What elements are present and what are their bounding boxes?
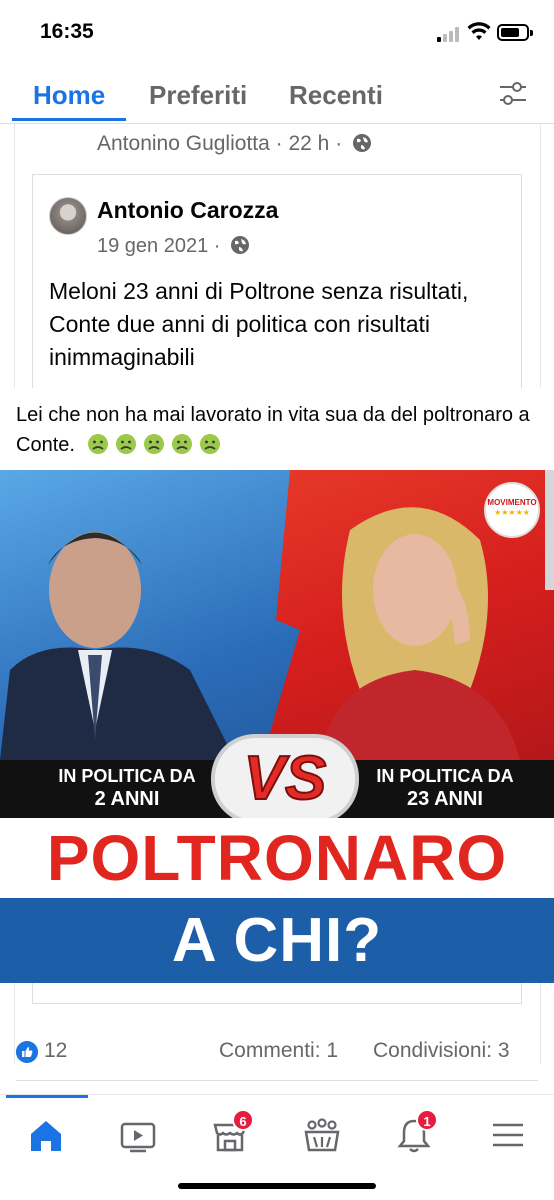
groups-icon[interactable]: [302, 1115, 342, 1155]
image-caption: Lei che non ha mai lavorato in vita sua …: [0, 388, 554, 474]
home-indicator[interactable]: [178, 1183, 376, 1189]
sharer-time[interactable]: 22 h: [288, 132, 329, 155]
battery-icon: [497, 24, 533, 41]
headline-line2: A CHI?: [171, 906, 383, 975]
logo-stars: ★★★★★: [494, 508, 530, 517]
nauseated-face-emoji-icon: [171, 434, 192, 454]
tab-recenti[interactable]: Recenti: [289, 80, 383, 111]
status-bar: 16:35: [0, 0, 554, 62]
nauseated-face-emoji-icon: [87, 434, 108, 454]
menu-icon[interactable]: [488, 1115, 528, 1155]
divider: [16, 1080, 538, 1081]
logo-text: MOVIMENTO: [487, 498, 537, 507]
sharer-line: Antonino Gugliotta · 22 h ·: [97, 132, 372, 156]
home-icon[interactable]: [26, 1115, 66, 1155]
status-time: 16:35: [40, 20, 94, 43]
comment-count[interactable]: Commenti: 1: [219, 1039, 338, 1063]
active-nav-indicator: [6, 1095, 88, 1098]
nauseated-face-emoji-icon: [143, 434, 164, 454]
tab-home[interactable]: Home: [33, 80, 105, 111]
sliders-icon[interactable]: [498, 80, 528, 108]
share-count[interactable]: Condivisioni: 3: [373, 1039, 510, 1063]
author-name[interactable]: Antonio Carozza: [97, 197, 278, 224]
post-image[interactable]: MOVIMENTO ★★★★★ IN POLITICA DA 2 ANNI IN…: [0, 470, 554, 983]
notifications-button[interactable]: 1: [394, 1109, 438, 1155]
scroll-indicator: [545, 470, 554, 590]
like-count[interactable]: 12: [44, 1039, 67, 1063]
post-text: Meloni 23 anni di Poltrone senza risulta…: [49, 278, 469, 370]
headline-line1: POLTRONARO: [46, 822, 508, 894]
right-caption-line2: 23 ANNI: [407, 788, 483, 810]
avatar[interactable]: [49, 197, 87, 235]
reaction-summary: 12 Commenti: 1 Condivisioni: 3: [0, 1035, 554, 1071]
like-icon[interactable]: [16, 1041, 38, 1063]
globe-icon: [353, 134, 372, 152]
left-caption-line2: 2 ANNI: [94, 788, 160, 810]
post-date-line: 19 gen 2021 ·: [97, 235, 250, 258]
vs-text: VS: [243, 743, 328, 814]
nauseated-face-emoji-icon: [115, 434, 136, 454]
nauseated-face-emoji-icon: [199, 434, 220, 454]
active-tab-indicator: [12, 118, 126, 121]
video-icon[interactable]: [118, 1115, 158, 1155]
left-caption-line1: IN POLITICA DA: [58, 766, 196, 786]
right-caption-line1: IN POLITICA DA: [376, 766, 514, 786]
sharer-name[interactable]: Antonino Gugliotta: [97, 132, 270, 155]
feed-tabs: Home Preferiti Recenti: [0, 62, 554, 124]
feed[interactable]: Antonino Gugliotta · 22 h · Antonio Caro…: [0, 124, 554, 1090]
post-date[interactable]: 19 gen 2021: [97, 235, 208, 257]
marketplace-button[interactable]: 6: [210, 1109, 254, 1155]
notifications-badge: 1: [416, 1109, 438, 1131]
wifi-icon: [467, 22, 491, 40]
marketplace-badge: 6: [232, 1109, 254, 1131]
image-figures: [0, 507, 520, 760]
tab-preferiti[interactable]: Preferiti: [149, 80, 247, 111]
globe-icon: [231, 236, 250, 254]
cellular-signal-icon: [437, 26, 463, 42]
